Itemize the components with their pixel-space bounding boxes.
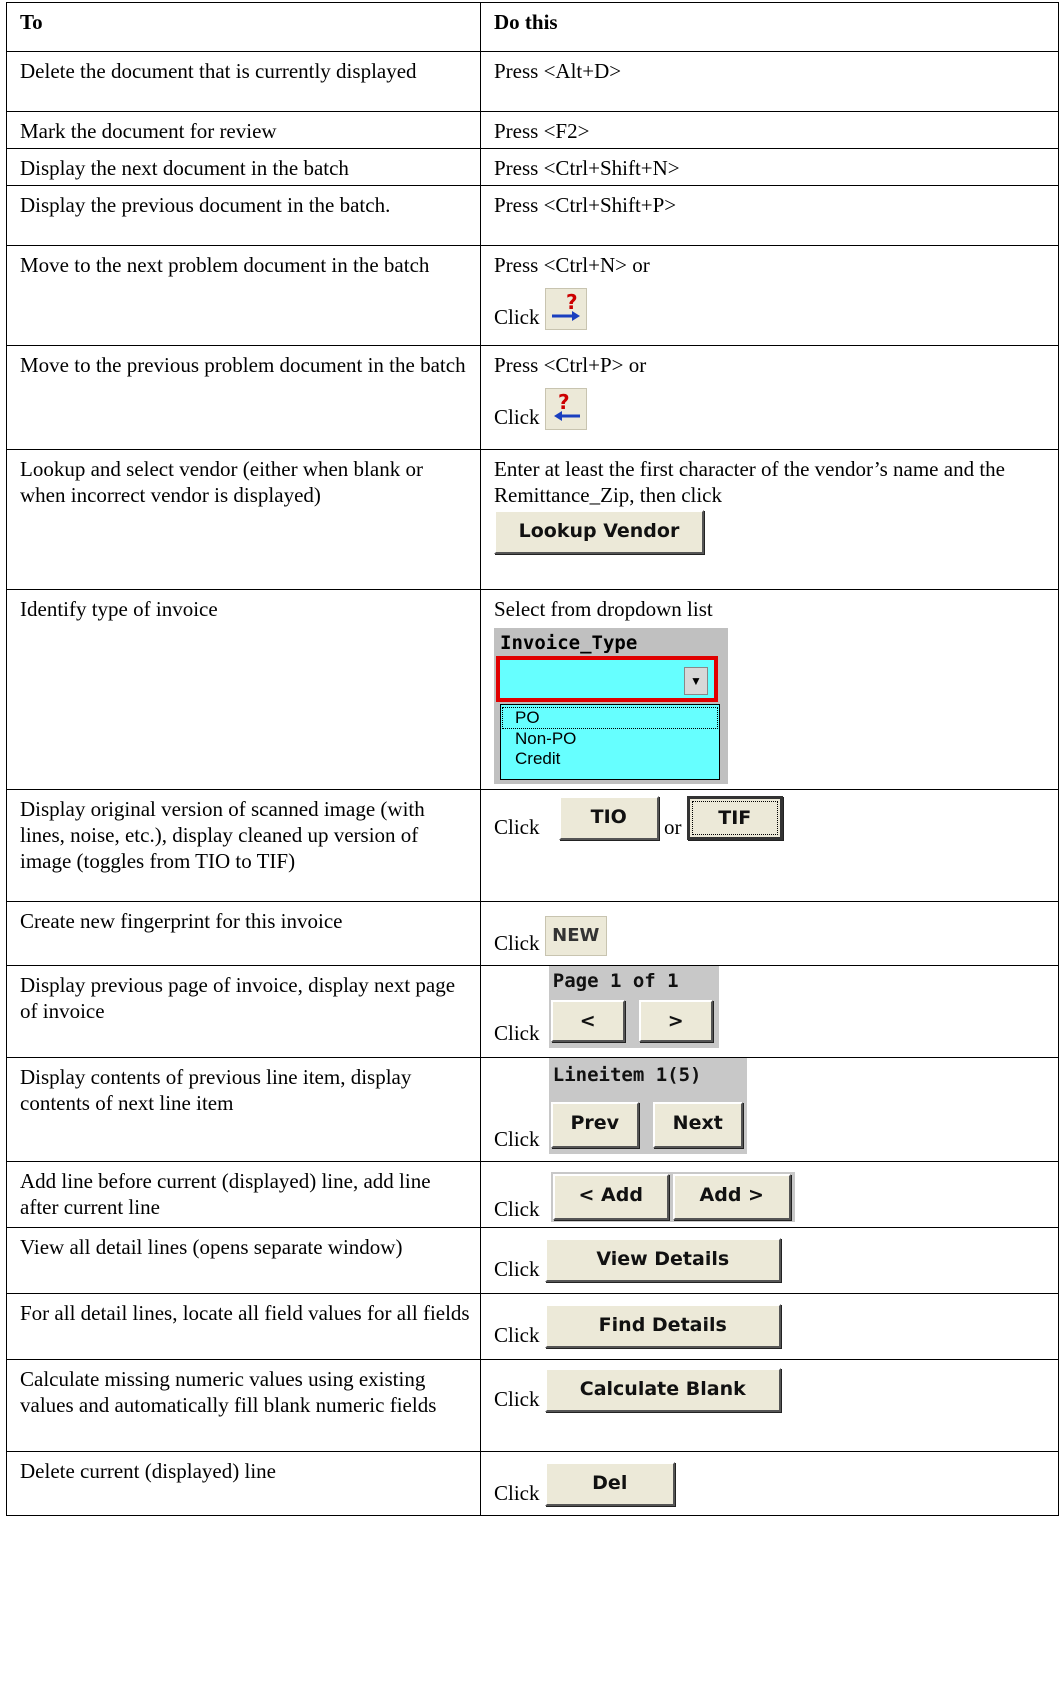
- click-label: Click: [494, 1127, 540, 1151]
- table-row: Delete current (displayed) line Click De…: [6, 1451, 1059, 1516]
- option-non-po[interactable]: Non-PO: [501, 729, 719, 749]
- delete-line-button[interactable]: Del: [544, 1462, 675, 1506]
- table-row: Display original version of scanned imag…: [6, 789, 1059, 902]
- next-lineitem-button[interactable]: Next: [652, 1102, 743, 1148]
- table-row: Mark the document for review Press <F2>: [6, 111, 1059, 149]
- next-page-button[interactable]: >: [638, 1000, 713, 1042]
- option-credit[interactable]: Credit: [501, 749, 719, 769]
- click-label: Click: [494, 1481, 540, 1505]
- option-po[interactable]: PO: [502, 707, 718, 729]
- invoice-type-select[interactable]: ▼: [496, 656, 718, 702]
- table-row: Create new fingerprint for this invoice …: [6, 901, 1059, 966]
- row-action: Display original version of scanned imag…: [6, 789, 481, 902]
- add-line-panel: < Add Add >: [550, 1172, 795, 1222]
- table-row: Move to the previous problem document in…: [6, 345, 1059, 450]
- row-action: Identify type of invoice: [6, 589, 481, 790]
- row-action: Move to the previous problem document in…: [6, 345, 481, 450]
- header-to: To: [6, 2, 481, 52]
- row-action: Create new fingerprint for this invoice: [6, 901, 481, 966]
- chevron-down-icon[interactable]: ▼: [684, 667, 708, 695]
- row-action: Add line before current (displayed) line…: [6, 1161, 481, 1228]
- row-action: View all detail lines (opens separate wi…: [6, 1227, 481, 1294]
- table-row: Delete the document that is currently di…: [6, 51, 1059, 112]
- invoice-type-label: Invoice_Type: [500, 632, 638, 654]
- row-instruction: Press <F2>: [480, 111, 1059, 149]
- row-action: Move to the next problem document in the…: [6, 245, 481, 346]
- table-row: View all detail lines (opens separate wi…: [6, 1227, 1059, 1294]
- row-action: Calculate missing numeric values using e…: [6, 1359, 481, 1452]
- prev-lineitem-button[interactable]: Prev: [550, 1102, 639, 1148]
- new-fingerprint-icon[interactable]: NEW: [544, 916, 607, 956]
- row-action: Lookup and select vendor (either when bl…: [6, 449, 481, 590]
- page-indicator: Page 1 of 1: [552, 970, 679, 992]
- click-label: Click: [494, 1257, 540, 1281]
- tio-button[interactable]: TIO: [558, 796, 659, 840]
- click-label: Click: [494, 1323, 540, 1347]
- row-instruction: Press <Alt+D>: [480, 51, 1059, 112]
- row-action: Delete current (displayed) line: [6, 1451, 481, 1516]
- lineitem-nav-panel: Lineitem 1(5) Prev Next: [548, 1058, 747, 1154]
- table-row: Display the previous document in the bat…: [6, 185, 1059, 246]
- row-action: Display the next document in the batch: [6, 148, 481, 186]
- table-row: Calculate missing numeric values using e…: [6, 1359, 1059, 1452]
- table-row: Lookup and select vendor (either when bl…: [6, 449, 1059, 590]
- row-instruction: Press <Ctrl+Shift+N>: [480, 148, 1059, 186]
- calculate-blank-button[interactable]: Calculate Blank: [544, 1368, 781, 1412]
- lookup-vendor-button[interactable]: Lookup Vendor: [494, 510, 704, 554]
- table-row: Identify type of invoice Select from dro…: [6, 589, 1059, 790]
- row-action: Display previous page of invoice, displa…: [6, 965, 481, 1058]
- view-details-button[interactable]: View Details: [544, 1238, 781, 1282]
- invoice-type-options: PO Non-PO Credit: [500, 704, 720, 780]
- click-label: Click: [494, 1387, 540, 1411]
- row-action: Delete the document that is currently di…: [6, 51, 481, 112]
- table-row: Add line before current (displayed) line…: [6, 1161, 1059, 1228]
- table-row: For all detail lines, locate all field v…: [6, 1293, 1059, 1360]
- svg-text:?: ?: [558, 390, 570, 414]
- header-do-this: Do this: [480, 2, 1059, 52]
- lineitem-indicator: Lineitem 1(5): [552, 1064, 702, 1086]
- previous-problem-icon[interactable]: ?: [544, 388, 587, 430]
- prev-page-button[interactable]: <: [550, 1000, 625, 1042]
- table-row: Display previous page of invoice, displa…: [6, 965, 1059, 1058]
- add-before-button[interactable]: < Add: [552, 1174, 669, 1220]
- or-label: or: [664, 815, 682, 839]
- shortcut-table: To Do this Delete the document that is c…: [6, 2, 1059, 1516]
- table-row: Display the next document in the batch P…: [6, 148, 1059, 186]
- row-action: Display contents of previous line item, …: [6, 1057, 481, 1162]
- click-label: Click: [494, 815, 540, 839]
- add-after-button[interactable]: Add >: [672, 1174, 791, 1220]
- row-instruction: Select from dropdown list: [494, 597, 713, 621]
- page-nav-panel: Page 1 of 1 < >: [548, 966, 719, 1048]
- click-label: Click: [494, 931, 540, 955]
- tif-button[interactable]: TIF: [686, 796, 783, 840]
- find-details-button[interactable]: Find Details: [544, 1304, 781, 1348]
- row-instruction: Enter at least the first character of th…: [494, 457, 1005, 507]
- row-action: Display the previous document in the bat…: [6, 185, 481, 246]
- click-label: Click: [494, 305, 540, 329]
- click-label: Click: [494, 1021, 540, 1045]
- invoice-type-dropdown: Invoice_Type ▼ PO Non-PO Credit: [494, 628, 728, 784]
- next-problem-icon[interactable]: ?: [544, 288, 587, 330]
- click-label: Click: [494, 1197, 540, 1221]
- table-header-row: To Do this: [6, 2, 1059, 52]
- row-instruction: Press <Ctrl+P> or: [494, 353, 647, 377]
- row-action: Mark the document for review: [6, 111, 481, 149]
- svg-text:?: ?: [566, 290, 578, 314]
- click-label: Click: [494, 405, 540, 429]
- table-row: Move to the next problem document in the…: [6, 245, 1059, 346]
- row-instruction: Press <Ctrl+Shift+P>: [480, 185, 1059, 246]
- table-row: Display contents of previous line item, …: [6, 1057, 1059, 1162]
- row-action: For all detail lines, locate all field v…: [6, 1293, 481, 1360]
- row-instruction: Press <Ctrl+N> or: [494, 253, 650, 277]
